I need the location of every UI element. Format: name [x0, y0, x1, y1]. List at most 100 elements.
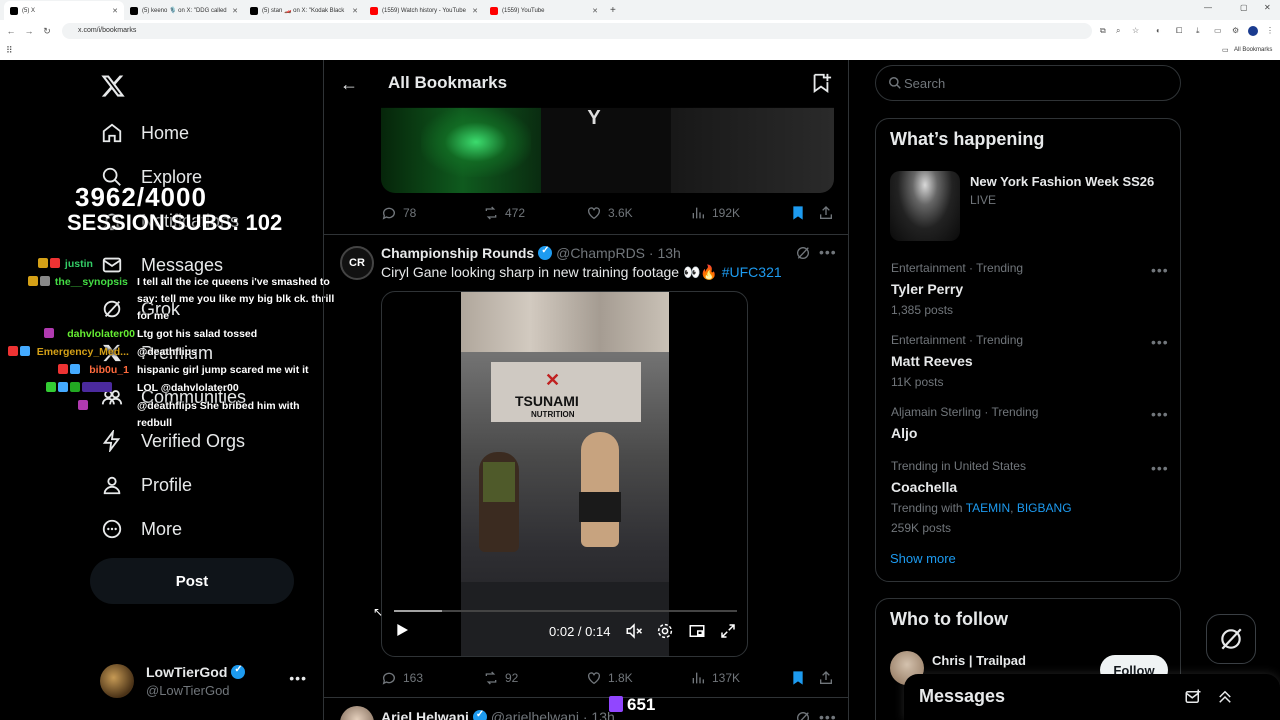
media-icon[interactable]: ◐: [1156, 26, 1161, 35]
nav-grok[interactable]: Grok: [100, 292, 180, 326]
menu-icon[interactable]: ⋮: [1266, 26, 1274, 35]
mute-icon[interactable]: [625, 622, 643, 640]
tab-title: (1559) Watch history - YouTube: [382, 7, 466, 14]
close-tab-icon[interactable]: ✕: [352, 7, 358, 15]
extensions-icon[interactable]: ⧠: [1176, 26, 1182, 36]
zoom-icon[interactable]: ⌕: [1116, 26, 1120, 36]
nav-communities[interactable]: Communities: [100, 380, 246, 414]
views-button[interactable]: 192K: [690, 205, 740, 221]
fullscreen-icon[interactable]: [719, 622, 737, 640]
all-bookmarks-link[interactable]: All Bookmarks: [1234, 47, 1272, 53]
search-input[interactable]: [904, 74, 1164, 92]
browser-tab[interactable]: (5) stan 🏎️ on X: "Kodak Black ✕: [244, 1, 364, 20]
grok-icon[interactable]: [795, 245, 811, 261]
views-button[interactable]: 137K: [690, 670, 740, 686]
apps-icon[interactable]: ⠿: [6, 45, 13, 56]
expand-chevron-icon[interactable]: [1216, 688, 1234, 706]
share-icon[interactable]: [818, 205, 834, 221]
more-dots-icon[interactable]: •••: [819, 709, 837, 720]
more-dots-icon[interactable]: •••: [1151, 460, 1169, 476]
trend-item[interactable]: Entertainment · Trending Tyler Perry 1,3…: [891, 261, 1171, 317]
like-button[interactable]: 3.6K: [586, 205, 633, 221]
account-switcher[interactable]: LowTierGod @LowTierGod •••: [100, 662, 315, 702]
browser-tab[interactable]: (1559) Watch history - YouTube ✕: [364, 1, 484, 20]
forward-icon[interactable]: →: [20, 26, 38, 36]
downloads-icon[interactable]: ⤓: [1196, 26, 1200, 36]
repost-button[interactable]: 92: [483, 670, 518, 686]
nav-messages[interactable]: Messages: [100, 248, 223, 282]
video-progress-bar[interactable]: [394, 610, 737, 612]
browser-tab[interactable]: (5) X ✕: [4, 1, 124, 20]
trend-item[interactable]: Aljamain Sterling · Trending Aljo: [891, 405, 1171, 441]
author-name[interactable]: Ariel Helwani: [381, 709, 469, 720]
close-tab-icon[interactable]: ✕: [232, 7, 238, 15]
trending-with-link[interactable]: TAEMIN: [966, 501, 1010, 515]
nav-explore[interactable]: Explore: [100, 160, 202, 194]
grok-floating-button[interactable]: [1206, 614, 1256, 664]
author-handle[interactable]: @ChampRDS: [556, 245, 645, 261]
nav-notifications[interactable]: Notifications: [100, 204, 239, 238]
close-tab-icon[interactable]: ✕: [472, 7, 478, 15]
back-icon[interactable]: ←: [2, 26, 20, 36]
search-box[interactable]: [875, 65, 1181, 101]
install-icon[interactable]: ⧉: [1100, 26, 1106, 36]
messages-dock[interactable]: Messages: [904, 674, 1280, 720]
author-handle[interactable]: @arielhelwani: [491, 709, 579, 720]
reply-button[interactable]: 78: [381, 205, 416, 221]
nav-home[interactable]: Home: [100, 116, 189, 150]
profile-avatar[interactable]: [1248, 26, 1258, 36]
more-dots-icon[interactable]: •••: [1151, 334, 1169, 350]
nav-more[interactable]: More: [100, 512, 182, 546]
picture-in-picture-icon[interactable]: [688, 622, 706, 640]
reply-button[interactable]: 163: [381, 670, 423, 686]
x-logo-icon[interactable]: [100, 73, 126, 99]
add-bookmark-folder-icon[interactable]: [810, 72, 832, 94]
more-dots-icon[interactable]: •••: [289, 670, 307, 686]
maximize-icon[interactable]: ▢: [1240, 3, 1248, 12]
bookmark-filled-icon[interactable]: [790, 670, 806, 686]
repost-count: 472: [505, 206, 526, 220]
more-dots-icon[interactable]: •••: [819, 244, 837, 260]
author-name[interactable]: Championship Rounds: [381, 245, 534, 261]
reload-icon[interactable]: ↻: [38, 26, 56, 37]
address-bar[interactable]: x.com/i/bookmarks: [62, 23, 1092, 39]
hashtag-link[interactable]: #UFC321: [722, 264, 782, 280]
like-button[interactable]: 1.8K: [586, 670, 633, 686]
trend-item[interactable]: Trending in United States Coachella Tren…: [891, 459, 1171, 535]
star-icon[interactable]: ☆: [1132, 26, 1139, 35]
avatar[interactable]: [340, 706, 374, 720]
minimize-icon[interactable]: —: [1204, 3, 1212, 12]
window-close-icon[interactable]: ✕: [1264, 3, 1271, 12]
post-button[interactable]: Post: [90, 558, 294, 604]
more-dots-icon[interactable]: •••: [1151, 262, 1169, 278]
trend-item[interactable]: Entertainment · Trending Matt Reeves 11K…: [891, 333, 1171, 389]
new-message-icon[interactable]: [1184, 688, 1202, 706]
close-tab-icon[interactable]: ✕: [592, 7, 598, 15]
play-icon[interactable]: [394, 622, 410, 638]
settings-icon[interactable]: ⚙: [1232, 26, 1239, 35]
avatar[interactable]: CR: [340, 246, 374, 280]
video-player[interactable]: ✕ TSUNAMI NUTRITION 0:02 / 0:14: [381, 291, 748, 657]
share-icon[interactable]: [818, 670, 834, 686]
nav-premium[interactable]: Premium: [100, 336, 213, 370]
sidepanel-icon[interactable]: ▭: [1214, 26, 1222, 35]
bookmark-filled-icon[interactable]: [790, 205, 806, 221]
tweet-time[interactable]: · 13h: [649, 245, 681, 261]
browser-tab[interactable]: (5) keeno 🎙️ on X: "DDG called ✕: [124, 1, 244, 20]
suggested-user-name[interactable]: Chris | Trailpad: [932, 653, 1026, 668]
nav-verified-orgs[interactable]: Verified Orgs: [100, 424, 245, 458]
close-tab-icon[interactable]: ✕: [112, 7, 118, 15]
settings-gear-icon[interactable]: [656, 622, 674, 640]
browser-tab[interactable]: (1559) YouTube ✕: [484, 1, 604, 20]
trending-with-link[interactable]: BIGBANG: [1017, 501, 1072, 515]
nav-profile[interactable]: Profile: [100, 468, 192, 502]
nav-label: Notifications: [141, 210, 240, 231]
more-dots-icon[interactable]: •••: [1151, 406, 1169, 422]
grok-icon[interactable]: [795, 710, 811, 720]
back-arrow-icon[interactable]: ←: [340, 74, 358, 95]
new-tab-icon[interactable]: +: [610, 1, 616, 20]
show-more-link[interactable]: Show more: [890, 551, 956, 566]
tweet-media[interactable]: Y: [381, 107, 834, 193]
repost-button[interactable]: 472: [483, 205, 525, 221]
featured-event[interactable]: New York Fashion Week SS26 LIVE: [890, 171, 1160, 241]
